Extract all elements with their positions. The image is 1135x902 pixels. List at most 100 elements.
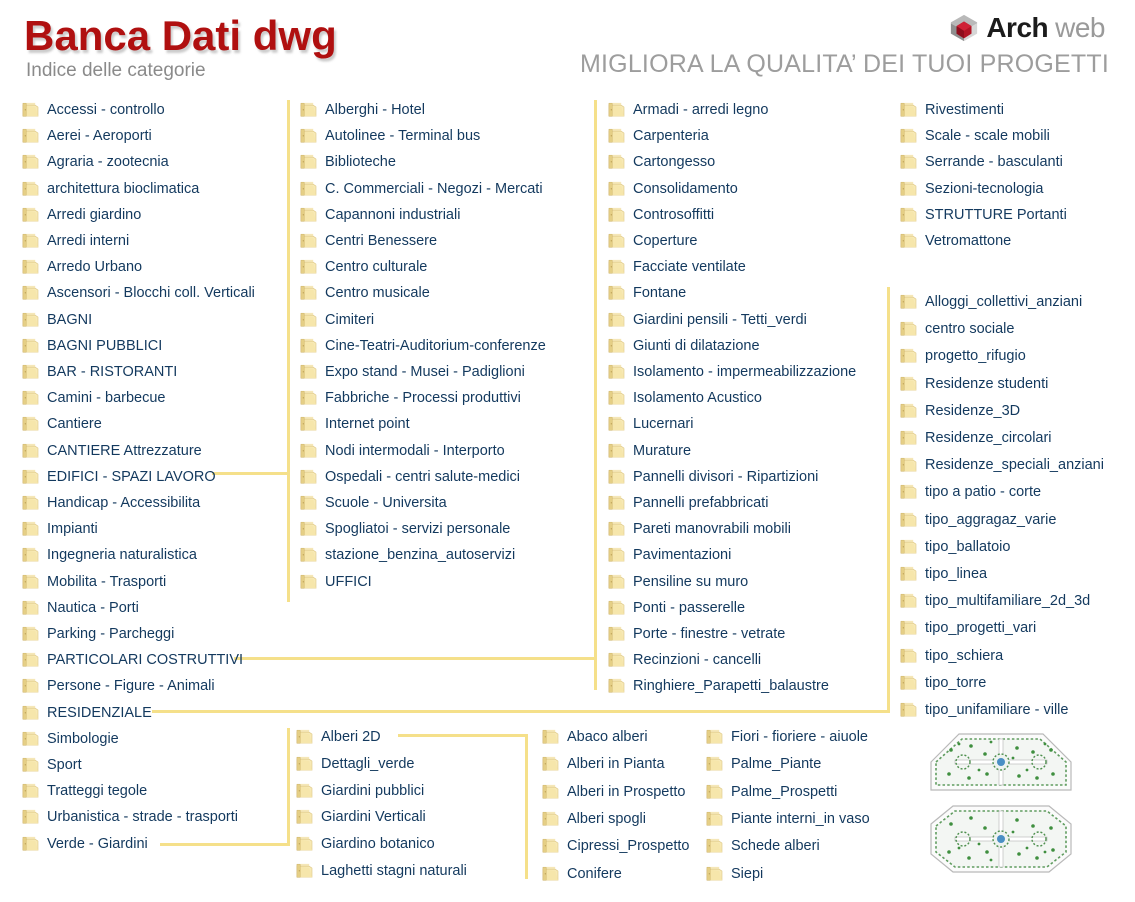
category-link[interactable]: Arredi interni [22, 231, 129, 251]
category-link[interactable]: Palme_Prospetti [706, 782, 837, 802]
category-link[interactable]: Consolidamento [608, 179, 738, 199]
category-link[interactable]: Facciate ventilate [608, 257, 746, 277]
category-link[interactable]: Nautica - Porti [22, 598, 139, 618]
category-link[interactable]: tipo_unifamiliare - ville [900, 700, 1068, 720]
category-link[interactable]: BAGNI PUBBLICI [22, 336, 162, 356]
category-link[interactable]: Ringhiere_Parapetti_balaustre [608, 676, 829, 696]
category-link[interactable]: Nodi intermodali - Interporto [300, 441, 505, 461]
category-link[interactable]: C. Commerciali - Negozi - Mercati [300, 179, 543, 199]
category-link[interactable]: Scale - scale mobili [900, 126, 1050, 146]
category-link[interactable]: UFFICI [300, 572, 372, 592]
category-link[interactable]: Rivestimenti [900, 100, 1004, 120]
category-link[interactable]: Autolinee - Terminal bus [300, 126, 480, 146]
category-link[interactable]: Lucernari [608, 414, 693, 434]
category-link[interactable]: Centri Benessere [300, 231, 437, 251]
category-link[interactable]: Centro culturale [300, 257, 427, 277]
category-link[interactable]: Agraria - zootecnia [22, 152, 169, 172]
category-link[interactable]: Sezioni-tecnologia [900, 179, 1044, 199]
category-link[interactable]: Alberi in Prospetto [542, 782, 685, 802]
category-link[interactable]: stazione_benzina_autoservizi [300, 545, 515, 565]
category-link[interactable]: Accessi - controllo [22, 100, 165, 120]
category-link[interactable]: Residenze studenti [900, 374, 1048, 394]
category-link[interactable]: Aerei - Aeroporti [22, 126, 152, 146]
category-link[interactable]: Giardini Verticali [296, 807, 426, 827]
category-link[interactable]: Isolamento Acustico [608, 388, 762, 408]
category-link[interactable]: tipo_schiera [900, 646, 1003, 666]
category-link[interactable]: Ponti - passerelle [608, 598, 745, 618]
category-link[interactable]: tipo_torre [900, 673, 986, 693]
category-link[interactable]: Ascensori - Blocchi coll. Verticali [22, 283, 255, 303]
category-link[interactable]: Capannoni industriali [300, 205, 460, 225]
category-link[interactable]: Ospedali - centri salute-medici [300, 467, 520, 487]
category-link[interactable]: Handicap - Accessibilita [22, 493, 200, 513]
category-link[interactable]: Serrande - basculanti [900, 152, 1063, 172]
category-link[interactable]: Alberi in Pianta [542, 754, 665, 774]
category-link[interactable]: Murature [608, 441, 691, 461]
category-link[interactable]: tipo_ballatoio [900, 537, 1010, 557]
category-link[interactable]: Alloggi_collettivi_anziani [900, 292, 1082, 312]
category-link[interactable]: Cine-Teatri-Auditorium-conferenze [300, 336, 546, 356]
category-link[interactable]: tipo a patio - corte [900, 482, 1041, 502]
category-link[interactable]: Alberghi - Hotel [300, 100, 425, 120]
category-link[interactable]: Pensiline su muro [608, 572, 748, 592]
category-link[interactable]: Impianti [22, 519, 98, 539]
category-link[interactable]: Persone - Figure - Animali [22, 676, 215, 696]
category-link[interactable]: Recinzioni - cancelli [608, 650, 761, 670]
category-link[interactable]: Arredo Urbano [22, 257, 142, 277]
category-link[interactable]: Cantiere [22, 414, 102, 434]
category-link[interactable]: PARTICOLARI COSTRUTTIVI [22, 650, 243, 670]
category-link[interactable]: Conifere [542, 864, 622, 884]
category-link[interactable]: Expo stand - Musei - Padiglioni [300, 362, 525, 382]
category-link[interactable]: Pavimentazioni [608, 545, 731, 565]
category-link[interactable]: Dettagli_verde [296, 754, 415, 774]
category-link[interactable]: Verde - Giardini [22, 834, 148, 854]
category-link[interactable]: Cimiteri [300, 310, 374, 330]
category-link[interactable]: Cartongesso [608, 152, 715, 172]
category-link[interactable]: Giunti di dilatazione [608, 336, 760, 356]
category-link[interactable]: Giardino botanico [296, 834, 435, 854]
category-link[interactable]: STRUTTURE Portanti [900, 205, 1067, 225]
category-link[interactable]: Siepi [706, 864, 763, 884]
category-link[interactable]: Coperture [608, 231, 697, 251]
category-link[interactable]: centro sociale [900, 319, 1014, 339]
category-link[interactable]: Piante interni_in vaso [706, 809, 870, 829]
category-link[interactable]: Scuole - Universita [300, 493, 447, 513]
category-link[interactable]: Tratteggi tegole [22, 781, 147, 801]
category-link[interactable]: Residenze_circolari [900, 428, 1052, 448]
category-link[interactable]: Alberi 2D [296, 727, 381, 747]
category-link[interactable]: Fontane [608, 283, 686, 303]
category-link[interactable]: tipo_progetti_vari [900, 618, 1036, 638]
category-link[interactable]: Residenze_speciali_anziani [900, 455, 1104, 475]
category-link[interactable]: Pannelli prefabbricati [608, 493, 768, 513]
category-link[interactable]: Carpenteria [608, 126, 709, 146]
category-link[interactable]: Residenze_3D [900, 401, 1020, 421]
category-link[interactable]: Centro musicale [300, 283, 430, 303]
category-link[interactable]: tipo_linea [900, 564, 987, 584]
category-link[interactable]: Simbologie [22, 729, 119, 749]
category-link[interactable]: Arredi giardino [22, 205, 141, 225]
category-link[interactable]: Biblioteche [300, 152, 396, 172]
category-link[interactable]: Giardini pubblici [296, 781, 424, 801]
category-link[interactable]: Abaco alberi [542, 727, 648, 747]
category-link[interactable]: Giardini pensili - Tetti_verdi [608, 310, 807, 330]
category-link[interactable]: Fiori - fioriere - aiuole [706, 727, 868, 747]
category-link[interactable]: architettura bioclimatica [22, 179, 199, 199]
category-link[interactable]: Cipressi_Prospetto [542, 836, 690, 856]
category-link[interactable]: Pannelli divisori - Ripartizioni [608, 467, 818, 487]
category-link[interactable]: Parking - Parcheggi [22, 624, 174, 644]
category-link[interactable]: Camini - barbecue [22, 388, 165, 408]
category-link[interactable]: RESIDENZIALE [22, 703, 152, 723]
category-link[interactable]: Internet point [300, 414, 410, 434]
category-link[interactable]: Mobilita - Trasporti [22, 572, 166, 592]
category-link[interactable]: progetto_rifugio [900, 346, 1026, 366]
category-link[interactable]: Palme_Piante [706, 754, 821, 774]
category-link[interactable]: Urbanistica - strade - trasporti [22, 807, 238, 827]
category-link[interactable]: Ingegneria naturalistica [22, 545, 197, 565]
category-link[interactable]: Fabbriche - Processi produttivi [300, 388, 521, 408]
category-link[interactable]: Porte - finestre - vetrate [608, 624, 785, 644]
category-link[interactable]: BAR - RISTORANTI [22, 362, 177, 382]
category-link[interactable]: CANTIERE Attrezzature [22, 441, 202, 461]
category-link[interactable]: tipo_aggragaz_varie [900, 510, 1056, 530]
category-link[interactable]: Spogliatoi - servizi personale [300, 519, 510, 539]
category-link[interactable]: Sport [22, 755, 82, 775]
